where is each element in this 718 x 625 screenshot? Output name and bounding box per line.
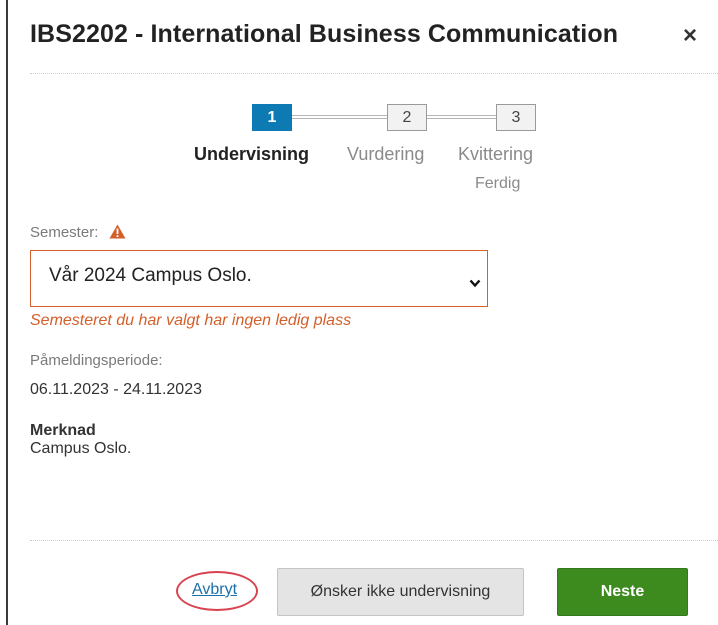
step-1-label: Undervisning — [194, 144, 310, 164]
modal-title: IBS2202 - International Business Communi… — [30, 20, 619, 48]
cancel-link[interactable]: Avbryt — [192, 581, 237, 599]
semester-label-text: Semester: — [30, 224, 99, 241]
semester-select[interactable]: Vår 2024 Campus Oslo. — [30, 250, 488, 307]
note-label: Merknad — [30, 422, 96, 439]
next-button[interactable]: Neste — [557, 568, 688, 616]
registration-period-label: Påmeldingsperiode: — [30, 352, 163, 369]
warning-triangle-icon — [109, 224, 126, 243]
semester-label: Semester: — [30, 224, 126, 243]
step-3-label: Kvittering — [458, 144, 534, 164]
decline-teaching-button[interactable]: Ønsker ikke undervisning — [277, 568, 524, 616]
chevron-down-icon — [469, 275, 481, 293]
modal-header: IBS2202 - International Business Communi… — [0, 0, 718, 74]
stepper-connector — [292, 115, 387, 119]
registration-modal: IBS2202 - International Business Communi… — [0, 0, 718, 625]
footer-divider — [30, 540, 718, 541]
step-2-indicator: 2 — [387, 104, 427, 131]
registration-period-value: 06.11.2023 - 24.11.2023 — [30, 381, 202, 398]
step-2-label: Vurdering — [347, 144, 425, 164]
step-3-sublabel: Ferdig — [475, 175, 521, 192]
close-button[interactable]: × — [683, 24, 697, 48]
semester-error-message: Semesteret du har valgt har ingen ledig … — [30, 312, 352, 329]
note-value: Campus Oslo. — [30, 440, 132, 457]
stepper-connector — [427, 115, 496, 119]
step-1-indicator: 1 — [252, 104, 292, 131]
step-3-indicator: 3 — [496, 104, 536, 131]
semester-selected-value: Vår 2024 Campus Oslo. — [49, 265, 252, 286]
window-edge — [6, 0, 8, 625]
header-divider — [30, 73, 718, 74]
